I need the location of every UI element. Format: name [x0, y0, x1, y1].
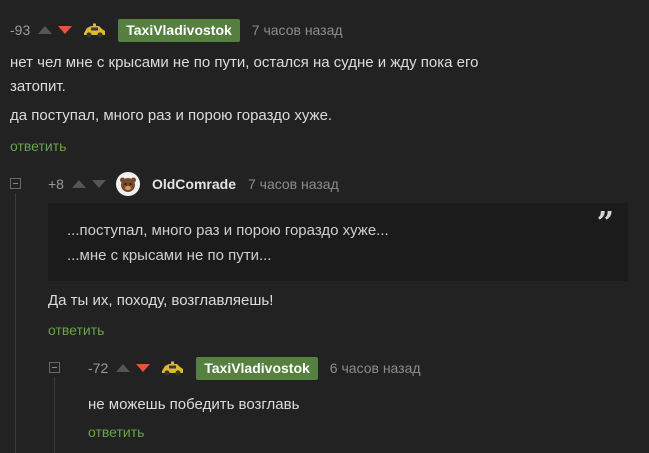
reply-link[interactable]: ответить: [48, 322, 104, 338]
avatar[interactable]: [160, 356, 185, 380]
comment-header: -93 TaxiVladivostok 7 часов назад: [10, 18, 343, 42]
comment-text-line: да поступал, много раз и порою гораздо х…: [10, 107, 333, 124]
quote-block: ...поступал, много раз и порою гораздо х…: [48, 203, 628, 281]
comment-text: не можешь победить возглавь: [88, 396, 300, 413]
comment-rating: -72: [88, 360, 109, 376]
downvote-arrow-icon[interactable]: [136, 364, 151, 372]
collapse-minus-icon[interactable]: [10, 178, 21, 189]
collapse-minus-icon[interactable]: [49, 362, 60, 373]
downvote-arrow-icon[interactable]: [91, 180, 106, 188]
thread-line[interactable]: [15, 193, 16, 453]
author-badge[interactable]: TaxiVladivostok: [118, 18, 240, 42]
quote-line: ...поступал, много раз и порою гораздо х…: [67, 222, 389, 239]
comment-timestamp: 6 часов назад: [329, 360, 421, 376]
comment-rating: -93: [10, 22, 31, 38]
avatar[interactable]: [82, 18, 107, 42]
downvote-arrow-icon[interactable]: [58, 26, 73, 34]
comment-rating: +8: [48, 176, 64, 192]
quote-line: ...мне с крысами не по пути...: [67, 247, 272, 264]
quote-icon: ”: [596, 206, 614, 241]
upvote-arrow-icon[interactable]: [116, 364, 131, 372]
upvote-arrow-icon[interactable]: [71, 180, 86, 188]
author-nickname[interactable]: OldComrade: [152, 176, 236, 192]
thread-line[interactable]: [54, 377, 55, 453]
comment-text-line: затопит.: [10, 78, 66, 95]
comment-timestamp: 7 часов назад: [251, 22, 343, 38]
upvote-arrow-icon[interactable]: [38, 26, 53, 34]
reply-link[interactable]: ответить: [88, 424, 144, 440]
avatar[interactable]: [115, 172, 140, 196]
reply-link[interactable]: ответить: [10, 138, 66, 154]
comment-header: +8 OldComrade 7 часов назад: [48, 172, 339, 196]
author-badge[interactable]: TaxiVladivostok: [196, 356, 318, 380]
comment-header: -72 TaxiVladivostok 6 часов назад: [88, 356, 421, 380]
comment-text: Да ты их, походу, возглавляешь!: [48, 292, 274, 309]
comment-text-line: нет чел мне с крысами не по пути, осталс…: [10, 54, 479, 71]
comment-timestamp: 7 часов назад: [247, 176, 339, 192]
